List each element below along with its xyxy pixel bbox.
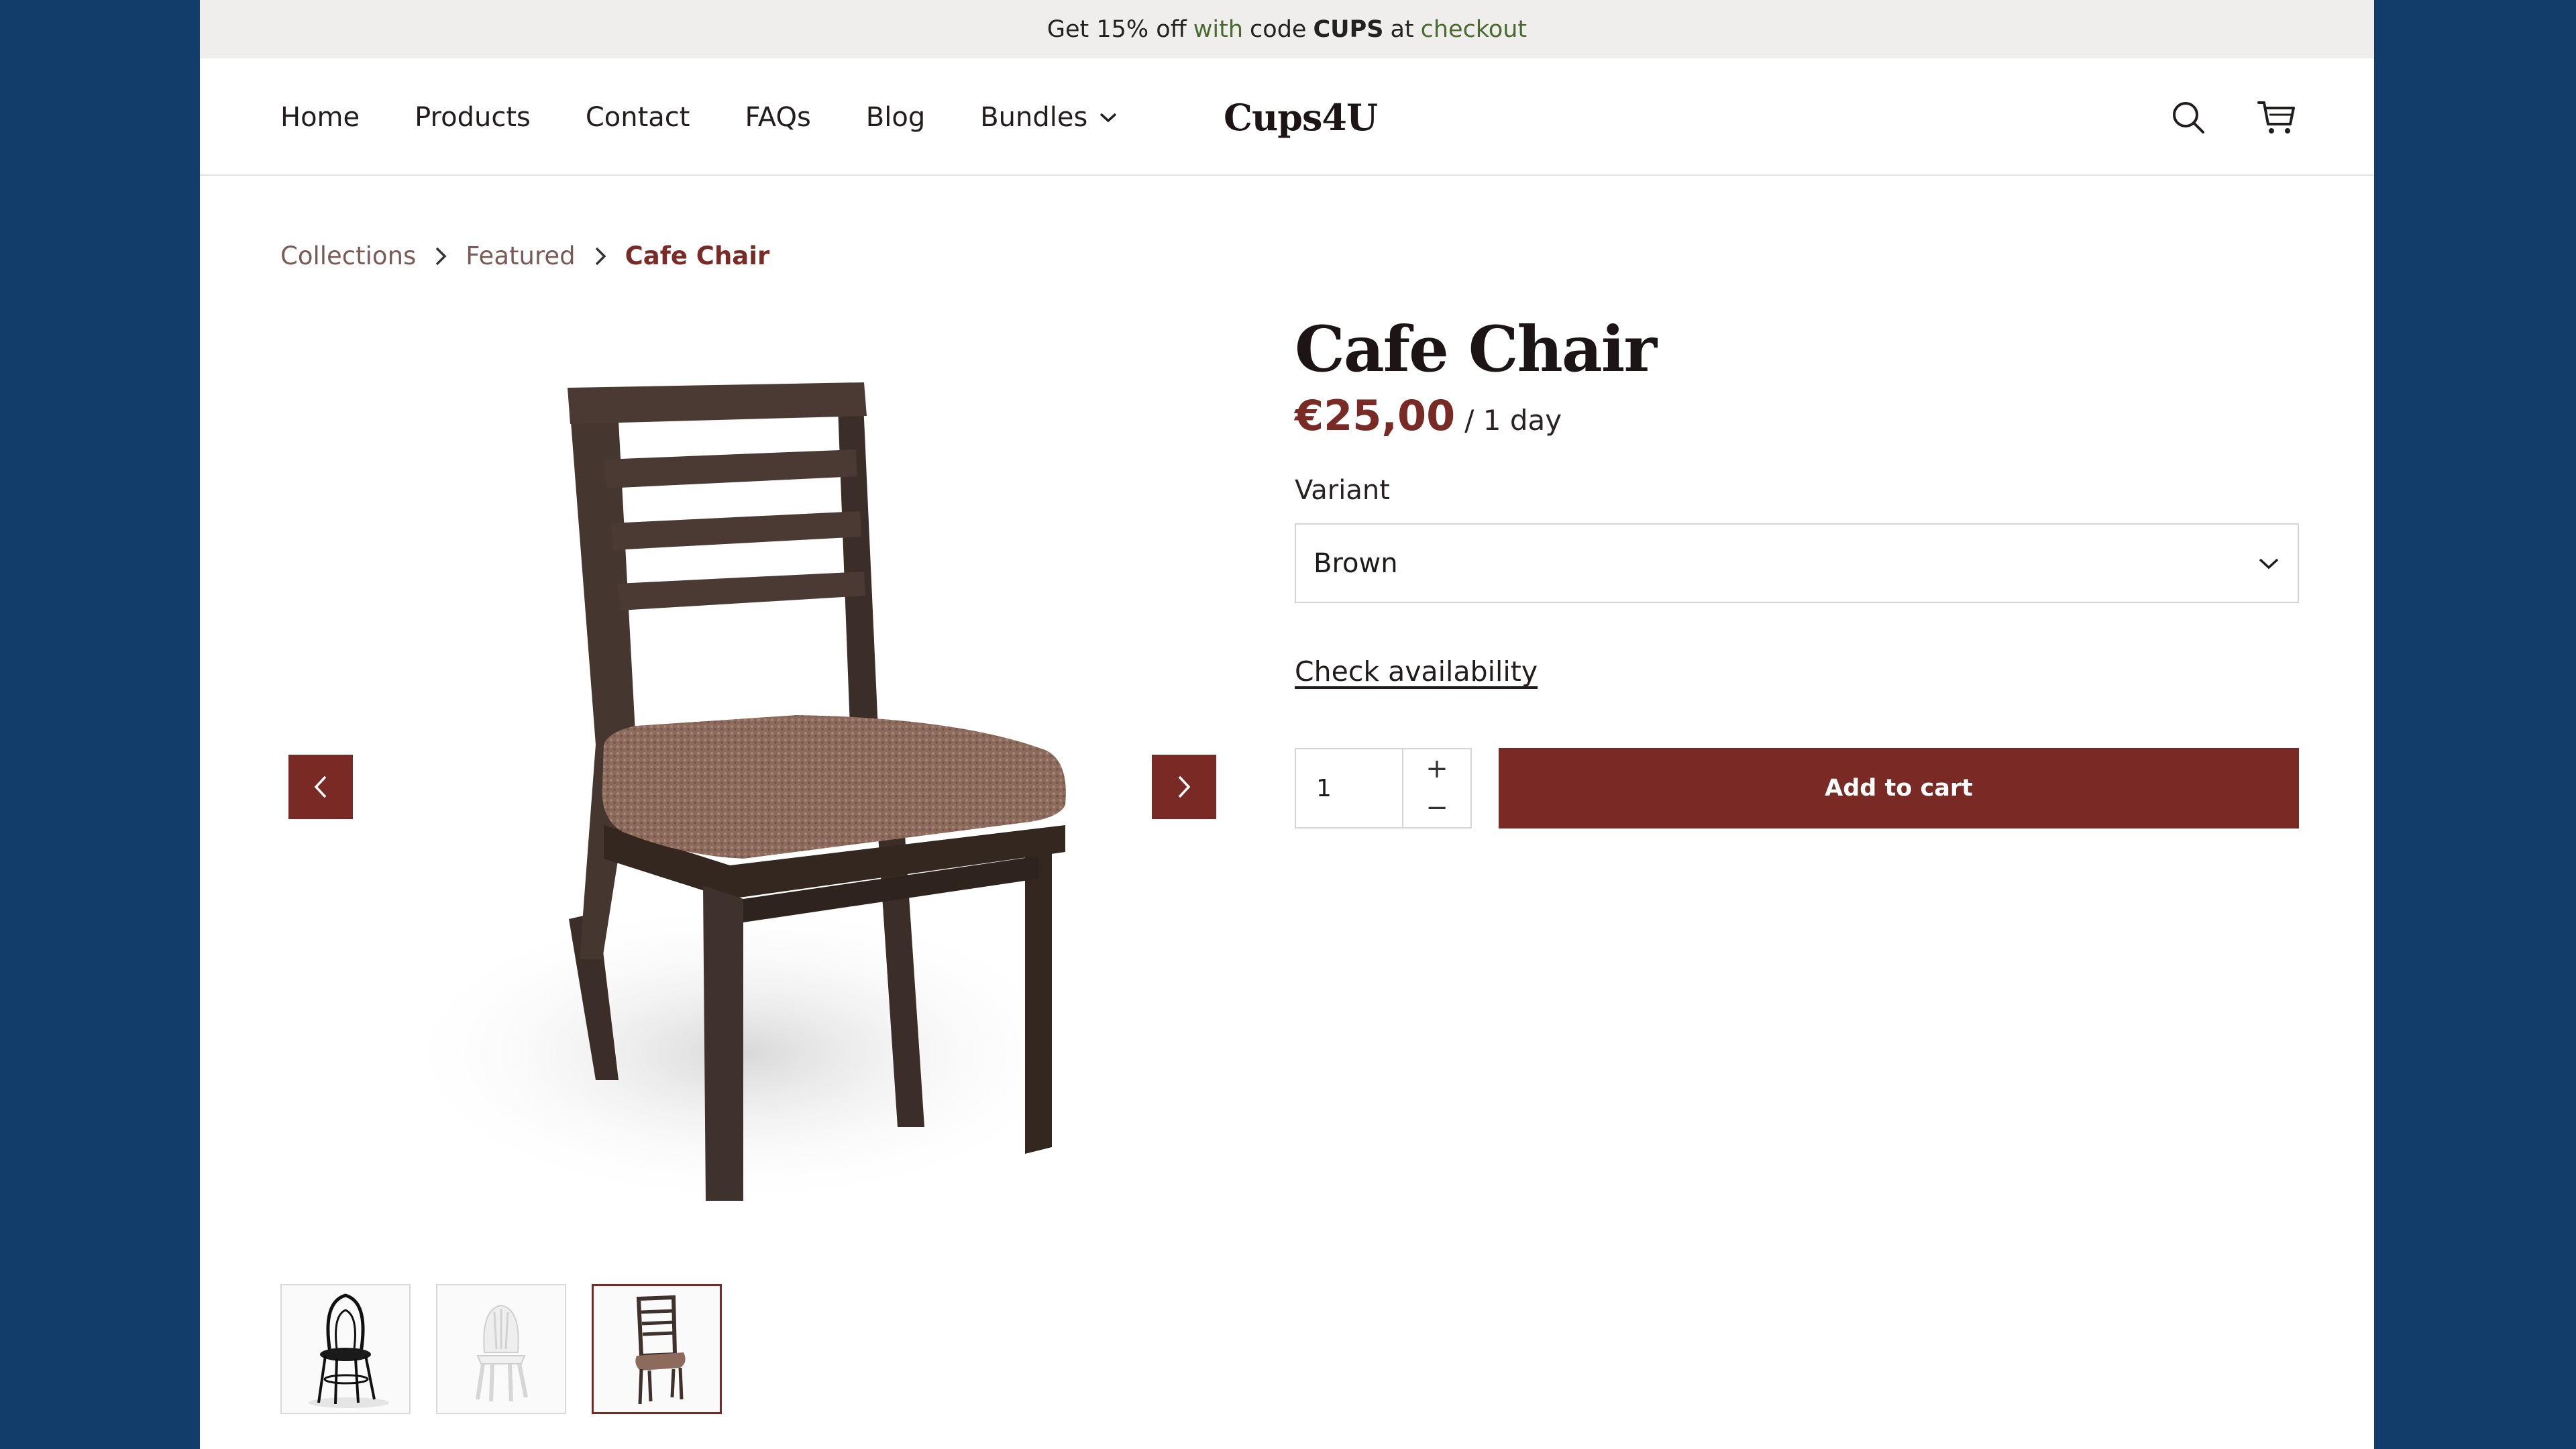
page: Get 15% off with code CUPS at checkout H… (200, 0, 2374, 1449)
chevron-left-icon (314, 775, 327, 798)
thumbnail-white-chair[interactable] (436, 1284, 566, 1414)
product-info: Cafe Chair €25,00 / 1 day Variant Brown … (1295, 313, 2301, 829)
nav-blog[interactable]: Blog (866, 102, 925, 133)
announcement-text-code: code (1250, 15, 1307, 43)
nav-home[interactable]: Home (280, 102, 360, 133)
nav-bundles-label: Bundles (980, 101, 1088, 133)
thumbnail-image (635, 1295, 686, 1405)
breadcrumb-collections[interactable]: Collections (280, 241, 416, 270)
site-logo[interactable]: Cups4U (1224, 58, 1378, 176)
nav-products[interactable]: Products (415, 102, 531, 133)
product-image (394, 382, 1092, 1208)
breadcrumb: Collections Featured Cafe Chair (280, 241, 769, 270)
quantity-input[interactable]: 1 (1296, 749, 1403, 828)
purchase-row: 1 + − Add to cart (1295, 748, 2301, 829)
product-gallery (280, 315, 1216, 1248)
chevron-right-icon (594, 246, 606, 266)
search-icon[interactable] (2165, 94, 2212, 141)
quantity-increase-button[interactable]: + (1403, 749, 1470, 788)
variant-label: Variant (1295, 475, 1390, 506)
variant-select[interactable]: Brown (1295, 523, 2299, 604)
breadcrumb-current: Cafe Chair (625, 241, 770, 270)
main-nav: Home Products Contact FAQs Blog Bundles (280, 58, 1173, 176)
thumbnail-image (309, 1293, 389, 1408)
announcement-text-at: at (1390, 15, 1414, 43)
site-header: Home Products Contact FAQs Blog Bundles … (200, 58, 2374, 176)
thumbnail-bentwood-chair[interactable] (280, 1284, 411, 1414)
breadcrumb-featured[interactable]: Featured (466, 241, 575, 270)
quantity-decrease-button[interactable]: − (1403, 788, 1470, 827)
checkout-link[interactable]: checkout (1421, 16, 1527, 43)
check-availability-link[interactable]: Check availability (1295, 655, 1538, 688)
gallery-next-button[interactable] (1152, 755, 1216, 819)
chevron-down-icon (1100, 113, 1117, 122)
thumbnail-cafe-chair[interactable] (592, 1284, 722, 1414)
price-period: / 1 day (1464, 404, 1562, 437)
product-title: Cafe Chair (1295, 313, 1657, 386)
cart-icon[interactable] (2253, 94, 2300, 141)
nav-contact[interactable]: Contact (586, 102, 690, 133)
product-price: €25,00 (1295, 391, 1456, 441)
announcement-bar: Get 15% off with code CUPS at checkout (200, 0, 2374, 58)
add-to-cart-button[interactable]: Add to cart (1499, 748, 2299, 829)
chevron-right-icon (1178, 775, 1191, 798)
variant-value: Brown (1313, 547, 1398, 579)
chevron-down-icon (2259, 558, 2279, 570)
promo-code: CUPS (1313, 15, 1384, 43)
announcement-text-with: with (1193, 15, 1244, 43)
thumbnail-strip (280, 1284, 747, 1414)
nav-faqs[interactable]: FAQs (745, 102, 810, 133)
quantity-stepper: 1 + − (1295, 748, 1472, 829)
header-actions (2123, 58, 2300, 176)
quantity-steps: + − (1403, 749, 1470, 827)
chevron-right-icon (435, 246, 447, 266)
thumbnail-image (476, 1304, 528, 1402)
announcement-text: Get 15% off (1046, 15, 1187, 43)
nav-bundles[interactable]: Bundles (980, 102, 1118, 133)
price-row: €25,00 / 1 day (1295, 391, 2301, 440)
gallery-prev-button[interactable] (288, 755, 353, 819)
